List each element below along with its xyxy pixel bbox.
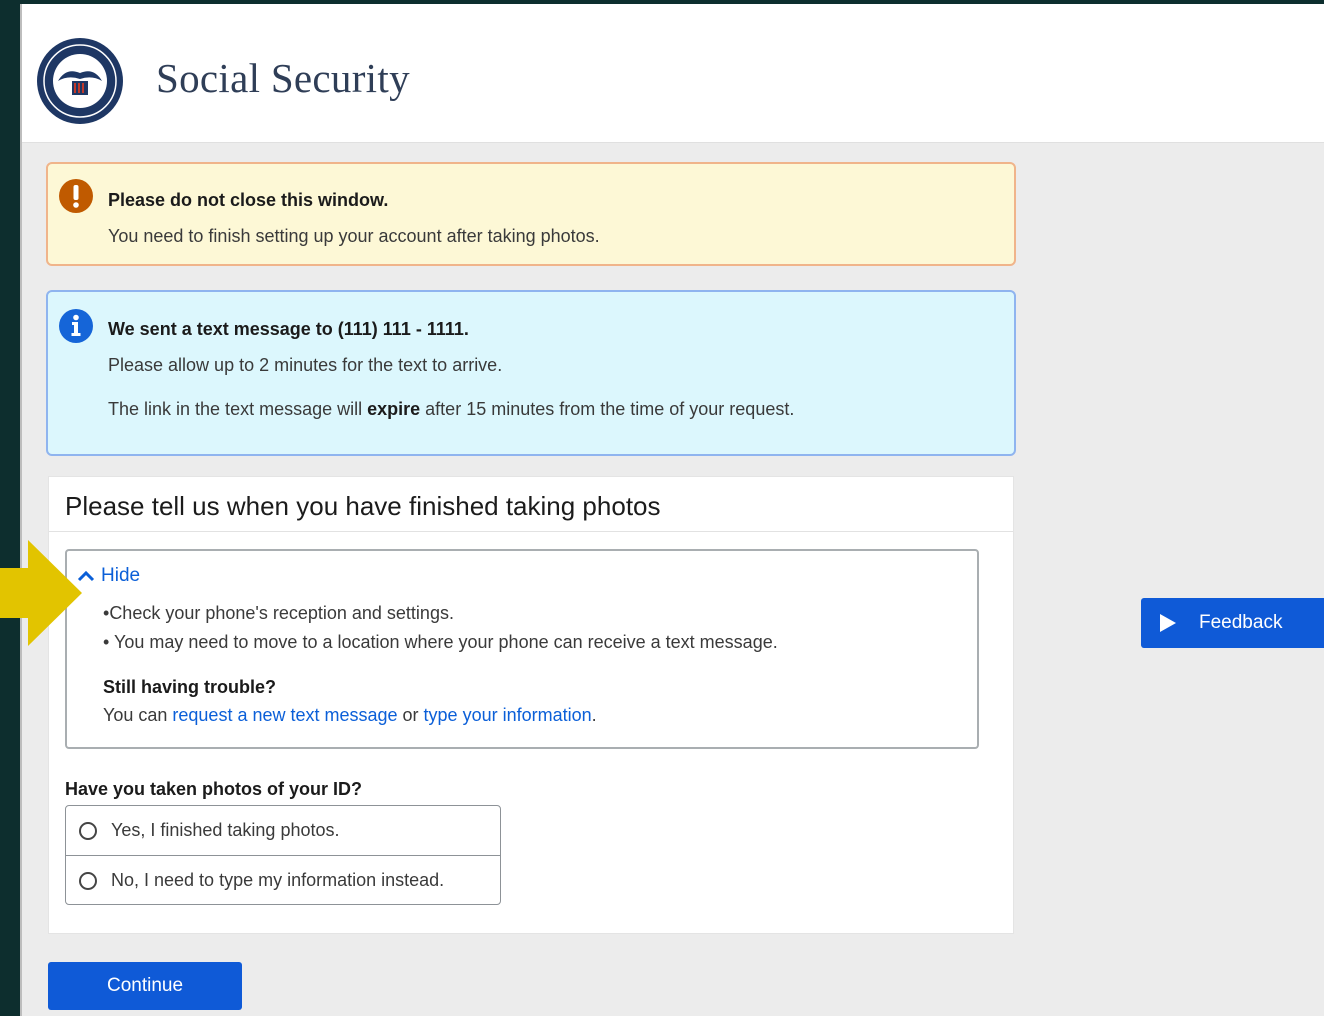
info-icon [59, 309, 93, 343]
site-header: Social Security [22, 4, 1324, 143]
card-divider [49, 531, 1013, 532]
exclamation-icon [59, 179, 93, 213]
trouble-prefix: You can [103, 705, 173, 725]
hide-toggle[interactable]: Hide [77, 565, 140, 587]
info-alert-text-2-suffix: after 15 minutes from the time of your r… [420, 399, 795, 419]
trouble-text: You can request a new text message or ty… [103, 705, 597, 726]
info-alert-expire: expire [367, 399, 421, 419]
trouble-middle: or [397, 705, 424, 725]
radio-label-yes[interactable]: Yes, I finished taking photos. [111, 820, 340, 841]
info-alert-text-1: Please allow up to 2 minutes for the tex… [108, 355, 503, 375]
annotation-arrow-icon [0, 540, 82, 646]
ssa-seal-logo [37, 38, 123, 124]
warning-alert-text: You need to finish setting up your accou… [108, 226, 600, 246]
help-bullet-2-text: You may need to move to a location where… [113, 632, 778, 652]
trouble-suffix: . [591, 705, 597, 725]
hide-toggle-label: Hide [101, 565, 141, 586]
info-alert: We sent a text message to (111) 111 - 11… [46, 290, 1016, 456]
info-alert-text-2: The link in the text message will expire… [108, 399, 794, 420]
page: Social Security Please do not close this… [20, 4, 1324, 1016]
id-photos-radio-group: Yes, I finished taking photos. No, I nee… [65, 805, 501, 905]
info-alert-title: We sent a text message to (111) 111 - 11… [108, 319, 469, 339]
id-photos-question: Have you taken photos of your ID? [65, 779, 363, 799]
page-left-border [20, 4, 22, 1016]
help-bullet-2: • You may need to move to a location whe… [103, 632, 778, 652]
info-alert-text-2-prefix: The link in the text message will [108, 399, 368, 419]
type-information-link[interactable]: type your information [424, 705, 592, 725]
radio-option-yes[interactable]: Yes, I finished taking photos. [66, 806, 500, 856]
warning-alert: Please do not close this window. You nee… [46, 162, 1016, 266]
radio-button-yes[interactable] [79, 821, 97, 840]
help-bullet-1: •Check your phone's reception and settin… [103, 603, 454, 623]
trouble-heading: Still having trouble? [103, 677, 277, 697]
card-title: Please tell us when you have finished ta… [65, 491, 661, 521]
play-icon [1160, 614, 1176, 632]
help-accordion: Hide •Check your phone's reception and s… [65, 549, 979, 749]
request-new-text-link[interactable]: request a new text message [172, 705, 397, 725]
help-bullet-1-text: Check your phone's reception and setting… [109, 603, 454, 623]
continue-button[interactable]: Continue [48, 962, 242, 1010]
radio-option-no[interactable]: No, I need to type my information instea… [66, 856, 500, 905]
radio-label-no[interactable]: No, I need to type my information instea… [111, 870, 444, 891]
site-title: Social Security [156, 55, 410, 101]
photos-card: Please tell us when you have finished ta… [48, 476, 1014, 934]
warning-alert-title: Please do not close this window. [108, 190, 389, 210]
radio-button-no[interactable] [79, 871, 97, 890]
feedback-button[interactable]: Feedback [1141, 598, 1324, 648]
feedback-label: Feedback [1199, 612, 1283, 633]
